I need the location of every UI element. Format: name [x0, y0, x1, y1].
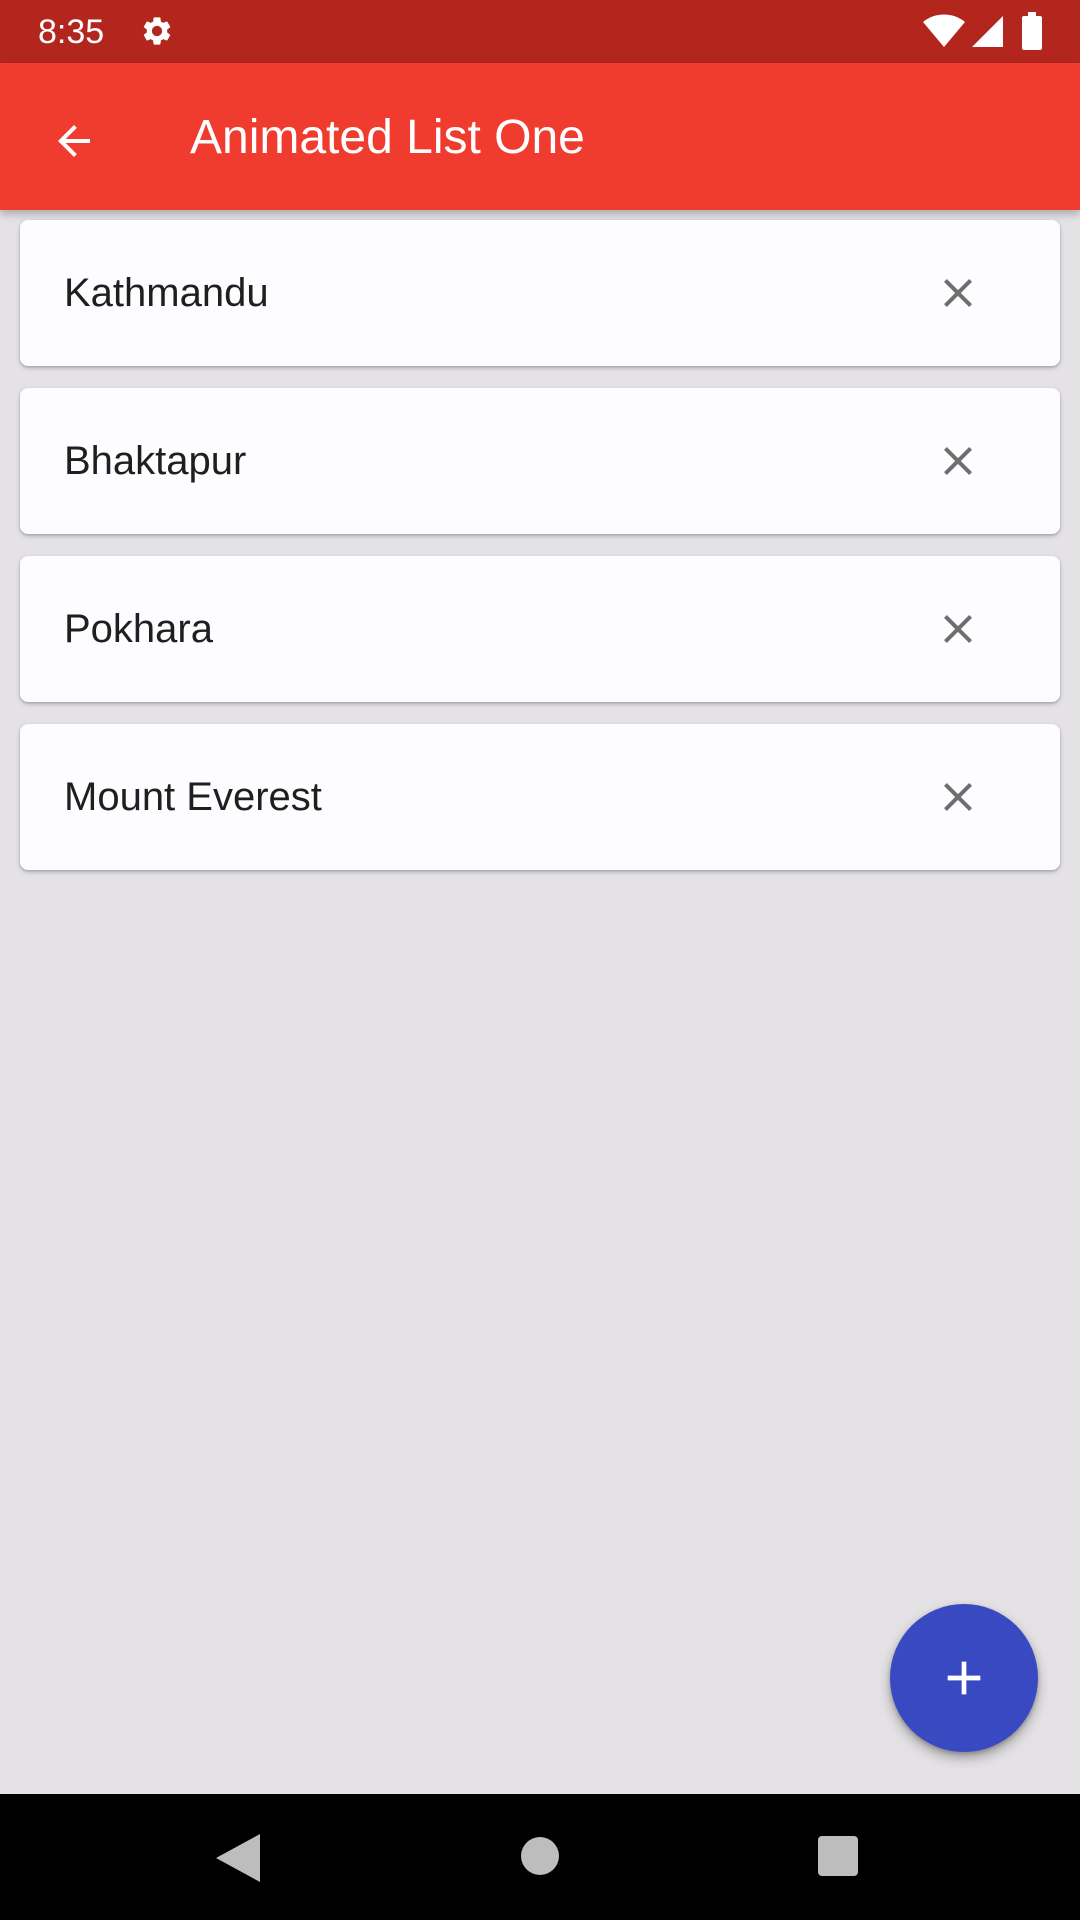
- animated-list: Kathmandu Bhaktapur Pokhara Mount Everes…: [20, 220, 1060, 892]
- close-icon: [944, 447, 972, 475]
- add-item-button[interactable]: [890, 1604, 1038, 1752]
- nav-home-icon[interactable]: [520, 1836, 560, 1876]
- nav-recents-icon[interactable]: [818, 1836, 858, 1876]
- close-icon: [944, 615, 972, 643]
- wifi-icon: [923, 14, 965, 47]
- remove-button[interactable]: [918, 757, 998, 837]
- close-icon: [944, 279, 972, 307]
- battery-icon: [1022, 12, 1042, 50]
- nav-back-icon[interactable]: [216, 1834, 260, 1882]
- remove-button[interactable]: [918, 421, 998, 501]
- status-bar: 8:35: [0, 0, 1080, 63]
- signal-icon: [972, 16, 1003, 47]
- status-time: 8:35: [38, 13, 105, 51]
- list-item[interactable]: Kathmandu: [20, 220, 1060, 366]
- remove-button[interactable]: [918, 253, 998, 333]
- list-item[interactable]: Mount Everest: [20, 724, 1060, 870]
- back-button[interactable]: [38, 105, 110, 177]
- gear-icon: [143, 17, 171, 45]
- list-item[interactable]: Pokhara: [20, 556, 1060, 702]
- list-item-label: Pokhara: [64, 607, 213, 651]
- page-title: Animated List One: [190, 111, 585, 164]
- remove-button[interactable]: [918, 589, 998, 669]
- list-item-label: Mount Everest: [64, 775, 322, 819]
- app-bar: Animated List One: [0, 63, 1080, 210]
- list-item-label: Kathmandu: [64, 271, 269, 315]
- list-item-label: Bhaktapur: [64, 439, 247, 483]
- list-item[interactable]: Bhaktapur: [20, 388, 1060, 534]
- add-icon: [947, 1661, 981, 1695]
- close-icon: [944, 783, 972, 811]
- system-nav-bar: [0, 1794, 1080, 1920]
- arrow-back-icon: [58, 125, 90, 157]
